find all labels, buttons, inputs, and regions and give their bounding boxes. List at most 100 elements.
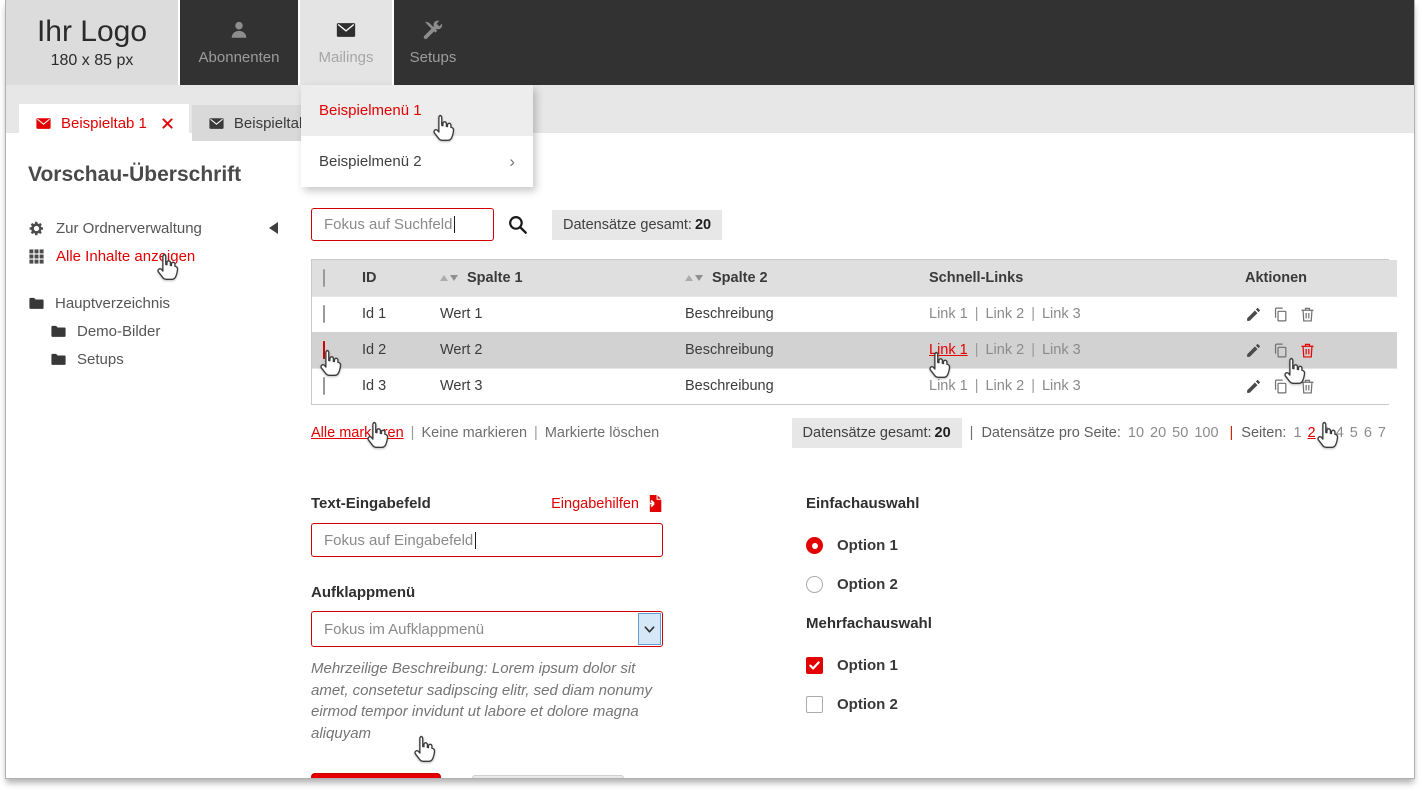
button-row: Buttontext Langer Buttontext (311, 773, 663, 779)
sort-icons[interactable] (440, 275, 458, 281)
table-row-selected[interactable]: Id 2 Wert 2 Beschreibung Link 1|Link 2|L… (312, 332, 1397, 368)
grid-icon (28, 248, 45, 265)
page-1[interactable]: 1 (1293, 425, 1301, 441)
per-page-20[interactable]: 20 (1150, 425, 1166, 441)
radio-group-label: Einfachauswahl (806, 495, 932, 512)
quick-link-3[interactable]: Link 3 (1042, 378, 1081, 394)
dropdown-select[interactable]: Fokus im Aufklappmenü (311, 611, 663, 647)
hand-cursor-icon (154, 252, 181, 283)
radio-unchecked-icon[interactable] (806, 576, 823, 593)
tree-item-demo-bilder[interactable]: Demo-Bilder (50, 317, 304, 345)
column-header-spalte-1[interactable]: Spalte 1 (434, 260, 679, 296)
checkbox-unchecked-icon[interactable] (806, 696, 823, 713)
delete-marked-link[interactable]: Markierte löschen (545, 425, 659, 441)
menu-item-label: Beispielmenü 1 (319, 102, 422, 119)
select-none-link[interactable]: Keine markieren (421, 425, 527, 441)
collapse-triangle-icon[interactable] (269, 222, 278, 234)
page-6[interactable]: 6 (1364, 425, 1372, 441)
checkbox-option-1[interactable]: Option 1 (806, 657, 932, 674)
checkbox-group-label: Mehrfachauswahl (806, 615, 932, 632)
envelope-icon (208, 115, 225, 132)
quick-link-2[interactable]: Link 2 (985, 342, 1024, 358)
sidebar-item-show-all[interactable]: Alle Inhalte anzeigen (28, 242, 278, 270)
form-left-column: Text-Eingabefeld Eingabehilfen Fokus auf… (311, 494, 663, 779)
hand-cursor-icon (317, 348, 344, 379)
data-table: ID Spalte 1 Spalte 2 Schnell-Links Aktio… (311, 259, 1389, 405)
select-field-label: Aufklappmenü (311, 584, 663, 601)
nav-item-label: Mailings (318, 49, 373, 66)
column-header-schnell-links: Schnell-Links (923, 260, 1239, 296)
hand-cursor-icon (411, 734, 438, 765)
per-page-10[interactable]: 10 (1128, 425, 1144, 441)
checkbox-option-2[interactable]: Option 2 (806, 696, 932, 713)
nav-item-mailings[interactable]: Mailings (298, 0, 392, 85)
chevron-right-icon: › (509, 152, 515, 172)
tab-label: Beispieltab 1 (61, 115, 147, 132)
search-icon[interactable] (507, 214, 528, 235)
per-page-50[interactable]: 50 (1172, 425, 1188, 441)
row-checkbox[interactable] (323, 377, 325, 395)
table-row[interactable]: Id 1 Wert 1 Beschreibung Link 1|Link 2|L… (312, 296, 1397, 332)
input-helpers-link[interactable]: Eingabehilfen (551, 494, 663, 513)
page-5[interactable]: 5 (1350, 425, 1358, 441)
menu-item-beispielmenu-2[interactable]: Beispielmenü 2 › (301, 136, 533, 187)
trash-icon[interactable] (1299, 306, 1316, 323)
tree-item-setups[interactable]: Setups (50, 345, 304, 373)
search-input[interactable]: Fokus auf Suchfeld (311, 208, 494, 241)
cell-id: Id 1 (356, 296, 434, 332)
close-icon[interactable] (162, 118, 173, 129)
option-label: Option 2 (837, 696, 898, 713)
quick-link-1[interactable]: Link 1 (929, 306, 968, 322)
radio-checked-icon[interactable] (806, 537, 823, 554)
cell-id: Id 2 (356, 332, 434, 368)
quick-link-3[interactable]: Link 3 (1042, 342, 1081, 358)
badge-value: 20 (695, 217, 711, 233)
cell-actions (1239, 368, 1397, 404)
tree-item-hauptverzeichnis[interactable]: Hauptverzeichnis (28, 289, 304, 317)
mailings-dropdown-menu: Beispielmenü 1 Beispielmenü 2 › (301, 85, 533, 187)
sidebar-item-folder-management[interactable]: Zur Ordnerverwaltung (28, 214, 278, 242)
row-checkbox[interactable] (323, 305, 325, 323)
main-panel: Fokus auf Suchfeld Datensätze gesamt:20 … (304, 142, 1414, 779)
secondary-button[interactable]: Langer Buttontext (472, 775, 624, 780)
edit-pencil-icon[interactable] (1245, 342, 1262, 359)
copy-icon[interactable] (1272, 306, 1289, 323)
select-all-checkbox[interactable] (323, 269, 325, 287)
radio-option-1[interactable]: Option 1 (806, 537, 932, 554)
edit-pencil-icon[interactable] (1245, 378, 1262, 395)
cell-spalte-2: Beschreibung (679, 332, 923, 368)
total-records-badge: Datensätze gesamt:20 (792, 418, 962, 448)
menu-item-beispielmenu-1[interactable]: Beispielmenü 1 (301, 85, 533, 136)
sort-icons[interactable] (685, 275, 703, 281)
nav-item-abonnenten[interactable]: Abonnenten (178, 0, 298, 85)
edit-pencil-icon[interactable] (1245, 306, 1262, 323)
radio-option-2[interactable]: Option 2 (806, 576, 932, 593)
quick-link-2[interactable]: Link 2 (985, 378, 1024, 394)
column-header-id[interactable]: ID (356, 260, 434, 296)
select-arrow-button[interactable] (639, 614, 660, 644)
primary-button[interactable]: Buttontext (311, 773, 441, 779)
checkbox-checked-icon[interactable] (806, 657, 823, 674)
nav-item-setups[interactable]: Setups (392, 0, 472, 85)
sort-up-icon (440, 275, 448, 281)
column-header-spalte-2[interactable]: Spalte 2 (679, 260, 923, 296)
quick-link-3[interactable]: Link 3 (1042, 306, 1081, 322)
nav-item-label: Abonnenten (199, 49, 280, 66)
table-row[interactable]: Id 3 Wert 3 Beschreibung Link 1|Link 2|L… (312, 368, 1397, 404)
nav-item-label: Setups (410, 49, 457, 66)
per-page-100[interactable]: 100 (1194, 425, 1218, 441)
search-row: Fokus auf Suchfeld Datensätze gesamt:20 (311, 208, 1389, 241)
tab-beispieltab-1[interactable]: Beispieltab 1 (19, 104, 189, 142)
option-label: Option 1 (837, 537, 898, 554)
text-input-field[interactable]: Fokus auf Eingabefeld (311, 523, 663, 557)
cell-links: Link 1|Link 2|Link 3 (923, 296, 1239, 332)
tree-item-label: Hauptverzeichnis (55, 295, 170, 312)
menu-item-label: Beispielmenü 2 (319, 153, 422, 170)
tab-bar: Beispieltab 1 Beispieltab 2 (6, 85, 1414, 142)
page-7[interactable]: 7 (1378, 425, 1386, 441)
folder-icon (50, 323, 67, 340)
sort-down-icon (450, 275, 458, 281)
envelope-icon (335, 19, 357, 41)
quick-link-2[interactable]: Link 2 (985, 306, 1024, 322)
column-header-aktionen: Aktionen (1239, 260, 1397, 296)
